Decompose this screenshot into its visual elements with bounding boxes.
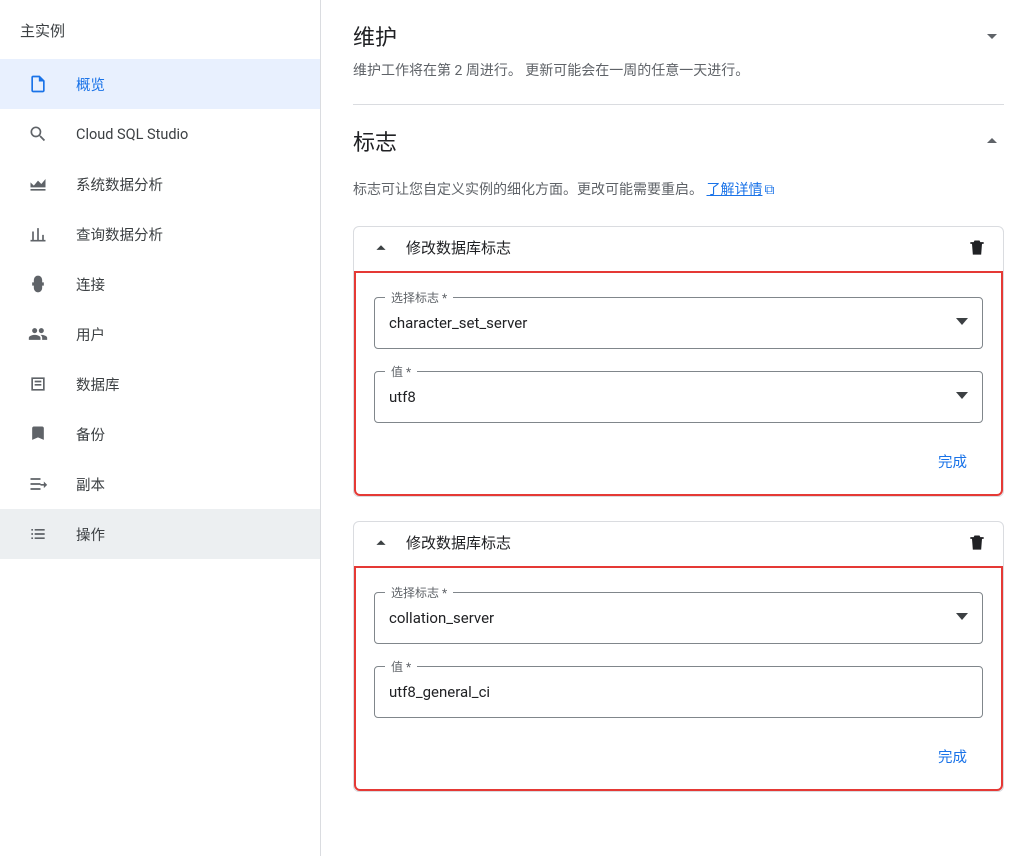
sidebar-item-label: 副本 bbox=[76, 474, 105, 495]
field-label: 选择标志 * bbox=[385, 289, 453, 306]
learn-more-link[interactable]: 了解详情 bbox=[706, 182, 762, 198]
maintenance-desc: 维护工作将在第 2 周进行。 更新可能会在一周的任意一天进行。 bbox=[353, 60, 749, 82]
sidebar-item-1[interactable]: Cloud SQL Studio bbox=[0, 109, 320, 159]
sidebar-item-0[interactable]: 概览 bbox=[0, 59, 320, 109]
sidebar-item-label: 操作 bbox=[76, 524, 105, 545]
file-icon bbox=[28, 74, 48, 94]
maintenance-section: 维护 维护工作将在第 2 周进行。 更新可能会在一周的任意一天进行。 bbox=[353, 0, 1004, 105]
sidebar-item-label: 查询数据分析 bbox=[76, 224, 163, 245]
sidebar-item-label: 数据库 bbox=[76, 374, 120, 395]
flag-card-body: 选择标志 *character_set_server值 *utf8 bbox=[354, 269, 1003, 437]
value-field[interactable]: 值 *utf8 bbox=[374, 371, 983, 423]
maintenance-title: 维护 bbox=[353, 20, 749, 52]
value-field[interactable]: 值 *utf8_general_ci bbox=[374, 666, 983, 718]
done-button[interactable]: 完成 bbox=[930, 445, 975, 478]
search-icon bbox=[28, 124, 48, 144]
external-link-icon: ⧉ bbox=[764, 182, 774, 198]
sidebar-item-8[interactable]: 副本 bbox=[0, 459, 320, 509]
replica-icon bbox=[28, 474, 48, 494]
backup-icon bbox=[28, 424, 48, 444]
chevron-up-icon[interactable] bbox=[370, 532, 392, 554]
flag-card-head: 修改数据库标志 bbox=[354, 227, 1003, 269]
field-label: 值 * bbox=[385, 658, 417, 675]
done-button[interactable]: 完成 bbox=[930, 740, 975, 773]
sidebar-item-3[interactable]: 查询数据分析 bbox=[0, 209, 320, 259]
sidebar-item-5[interactable]: 用户 bbox=[0, 309, 320, 359]
flag-card-body: 选择标志 *collation_server值 *utf8_general_ci bbox=[354, 564, 1003, 732]
field-value: utf8 bbox=[389, 388, 956, 406]
trash-icon[interactable] bbox=[967, 533, 987, 553]
connect-icon bbox=[28, 274, 48, 294]
sidebar-item-6[interactable]: 数据库 bbox=[0, 359, 320, 409]
sidebar-item-label: 概览 bbox=[76, 74, 105, 95]
dropdown-icon bbox=[956, 318, 968, 328]
sidebar: 主实例 概览 Cloud SQL Studio 系统数据分析查询数据分析连接用户数据… bbox=[0, 0, 321, 856]
field-label: 值 * bbox=[385, 363, 417, 380]
dropdown-icon bbox=[956, 392, 968, 402]
chevron-up-icon[interactable] bbox=[980, 129, 1004, 153]
sidebar-item-7[interactable]: 备份 bbox=[0, 409, 320, 459]
chevron-down-icon[interactable] bbox=[980, 24, 1004, 48]
flag-card-0: 修改数据库标志选择标志 *character_set_server值 *utf8… bbox=[353, 226, 1004, 497]
select-flag-field[interactable]: 选择标志 *collation_server bbox=[374, 592, 983, 644]
select-flag-field[interactable]: 选择标志 *character_set_server bbox=[374, 297, 983, 349]
sidebar-item-label: 系统数据分析 bbox=[76, 174, 163, 195]
users-icon bbox=[28, 324, 48, 344]
dropdown-icon bbox=[956, 613, 968, 623]
trash-icon[interactable] bbox=[967, 238, 987, 258]
sidebar-item-2[interactable]: 系统数据分析 bbox=[0, 159, 320, 209]
flag-card-actions: 完成 bbox=[354, 437, 1003, 496]
chart-area-icon bbox=[28, 174, 48, 194]
field-value: utf8_general_ci bbox=[389, 683, 968, 701]
sidebar-heading: 主实例 bbox=[0, 6, 320, 59]
field-value: collation_server bbox=[389, 609, 956, 627]
main-content: 维护 维护工作将在第 2 周进行。 更新可能会在一周的任意一天进行。 标志 标志… bbox=[321, 0, 1024, 856]
field-value: character_set_server bbox=[389, 314, 956, 332]
flag-card-title: 修改数据库标志 bbox=[406, 532, 953, 553]
sidebar-item-label: 备份 bbox=[76, 424, 105, 445]
flags-section: 标志 标志可让您自定义实例的细化方面。更改可能需要重启。 了解详情⧉ 修改数据库… bbox=[353, 105, 1004, 813]
field-label: 选择标志 * bbox=[385, 584, 453, 601]
flag-card-1: 修改数据库标志选择标志 *collation_server值 *utf8_gen… bbox=[353, 521, 1004, 792]
sidebar-item-label: 连接 bbox=[76, 274, 105, 295]
sidebar-item-label: 用户 bbox=[76, 324, 105, 345]
sidebar-item-label: Cloud SQL Studio bbox=[76, 126, 188, 143]
sidebar-item-4[interactable]: 连接 bbox=[0, 259, 320, 309]
chevron-up-icon[interactable] bbox=[370, 237, 392, 259]
flag-card-title: 修改数据库标志 bbox=[406, 237, 953, 258]
flags-desc: 标志可让您自定义实例的细化方面。更改可能需要重启。 了解详情⧉ bbox=[353, 179, 1004, 201]
sidebar-item-9[interactable]: 操作 bbox=[0, 509, 320, 559]
chart-bar-icon bbox=[28, 224, 48, 244]
list-icon bbox=[28, 524, 48, 544]
flag-card-actions: 完成 bbox=[354, 732, 1003, 791]
flag-card-head: 修改数据库标志 bbox=[354, 522, 1003, 564]
sidebar-nav: 概览 Cloud SQL Studio 系统数据分析查询数据分析连接用户数据库备份副… bbox=[0, 59, 320, 856]
flags-title: 标志 bbox=[353, 125, 397, 157]
database-icon bbox=[28, 374, 48, 394]
